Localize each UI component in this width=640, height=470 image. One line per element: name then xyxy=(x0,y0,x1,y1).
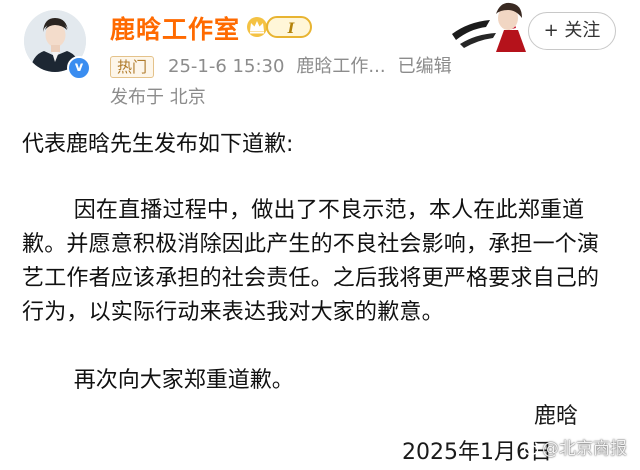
weibo-icon xyxy=(524,442,540,455)
post-location: 发布于 北京 xyxy=(110,87,206,108)
verified-icon: v xyxy=(67,56,91,80)
post-intro: 代表鹿晗先生发布如下道歉: xyxy=(22,132,294,157)
follow-button[interactable]: + 关注 xyxy=(528,12,616,50)
edited-label[interactable]: 已编辑 xyxy=(398,55,452,79)
user-banner-image xyxy=(446,0,528,52)
post-source[interactable]: 鹿晗工作... xyxy=(296,55,385,79)
weibo-post: v 鹿晗工作室 I 热门 25-1-6 15:30 鹿晗工作... 已编辑 发布于 北… xyxy=(0,0,640,469)
timestamp: 25-1-6 15:30 xyxy=(168,56,285,77)
hot-tag: 热门 xyxy=(110,56,155,78)
post-paragraph-apology: 因在直播过程中，做出了不良示范，本人在此郑重道歉。并愿意积极消除因此产生的不良社… xyxy=(22,198,600,325)
watermark: @北京商报 xyxy=(524,434,627,459)
post-paragraph-closing: 再次向大家郑重道歉。 xyxy=(73,368,294,393)
post-meta: 热门 25-1-6 15:30 鹿晗工作... 已编辑 xyxy=(110,55,452,79)
username[interactable]: 鹿晗工作室 xyxy=(110,10,240,46)
level-badge: I xyxy=(266,16,312,38)
watermark-text: @北京商报 xyxy=(542,439,627,459)
signature-name: 鹿晗 xyxy=(534,404,579,429)
